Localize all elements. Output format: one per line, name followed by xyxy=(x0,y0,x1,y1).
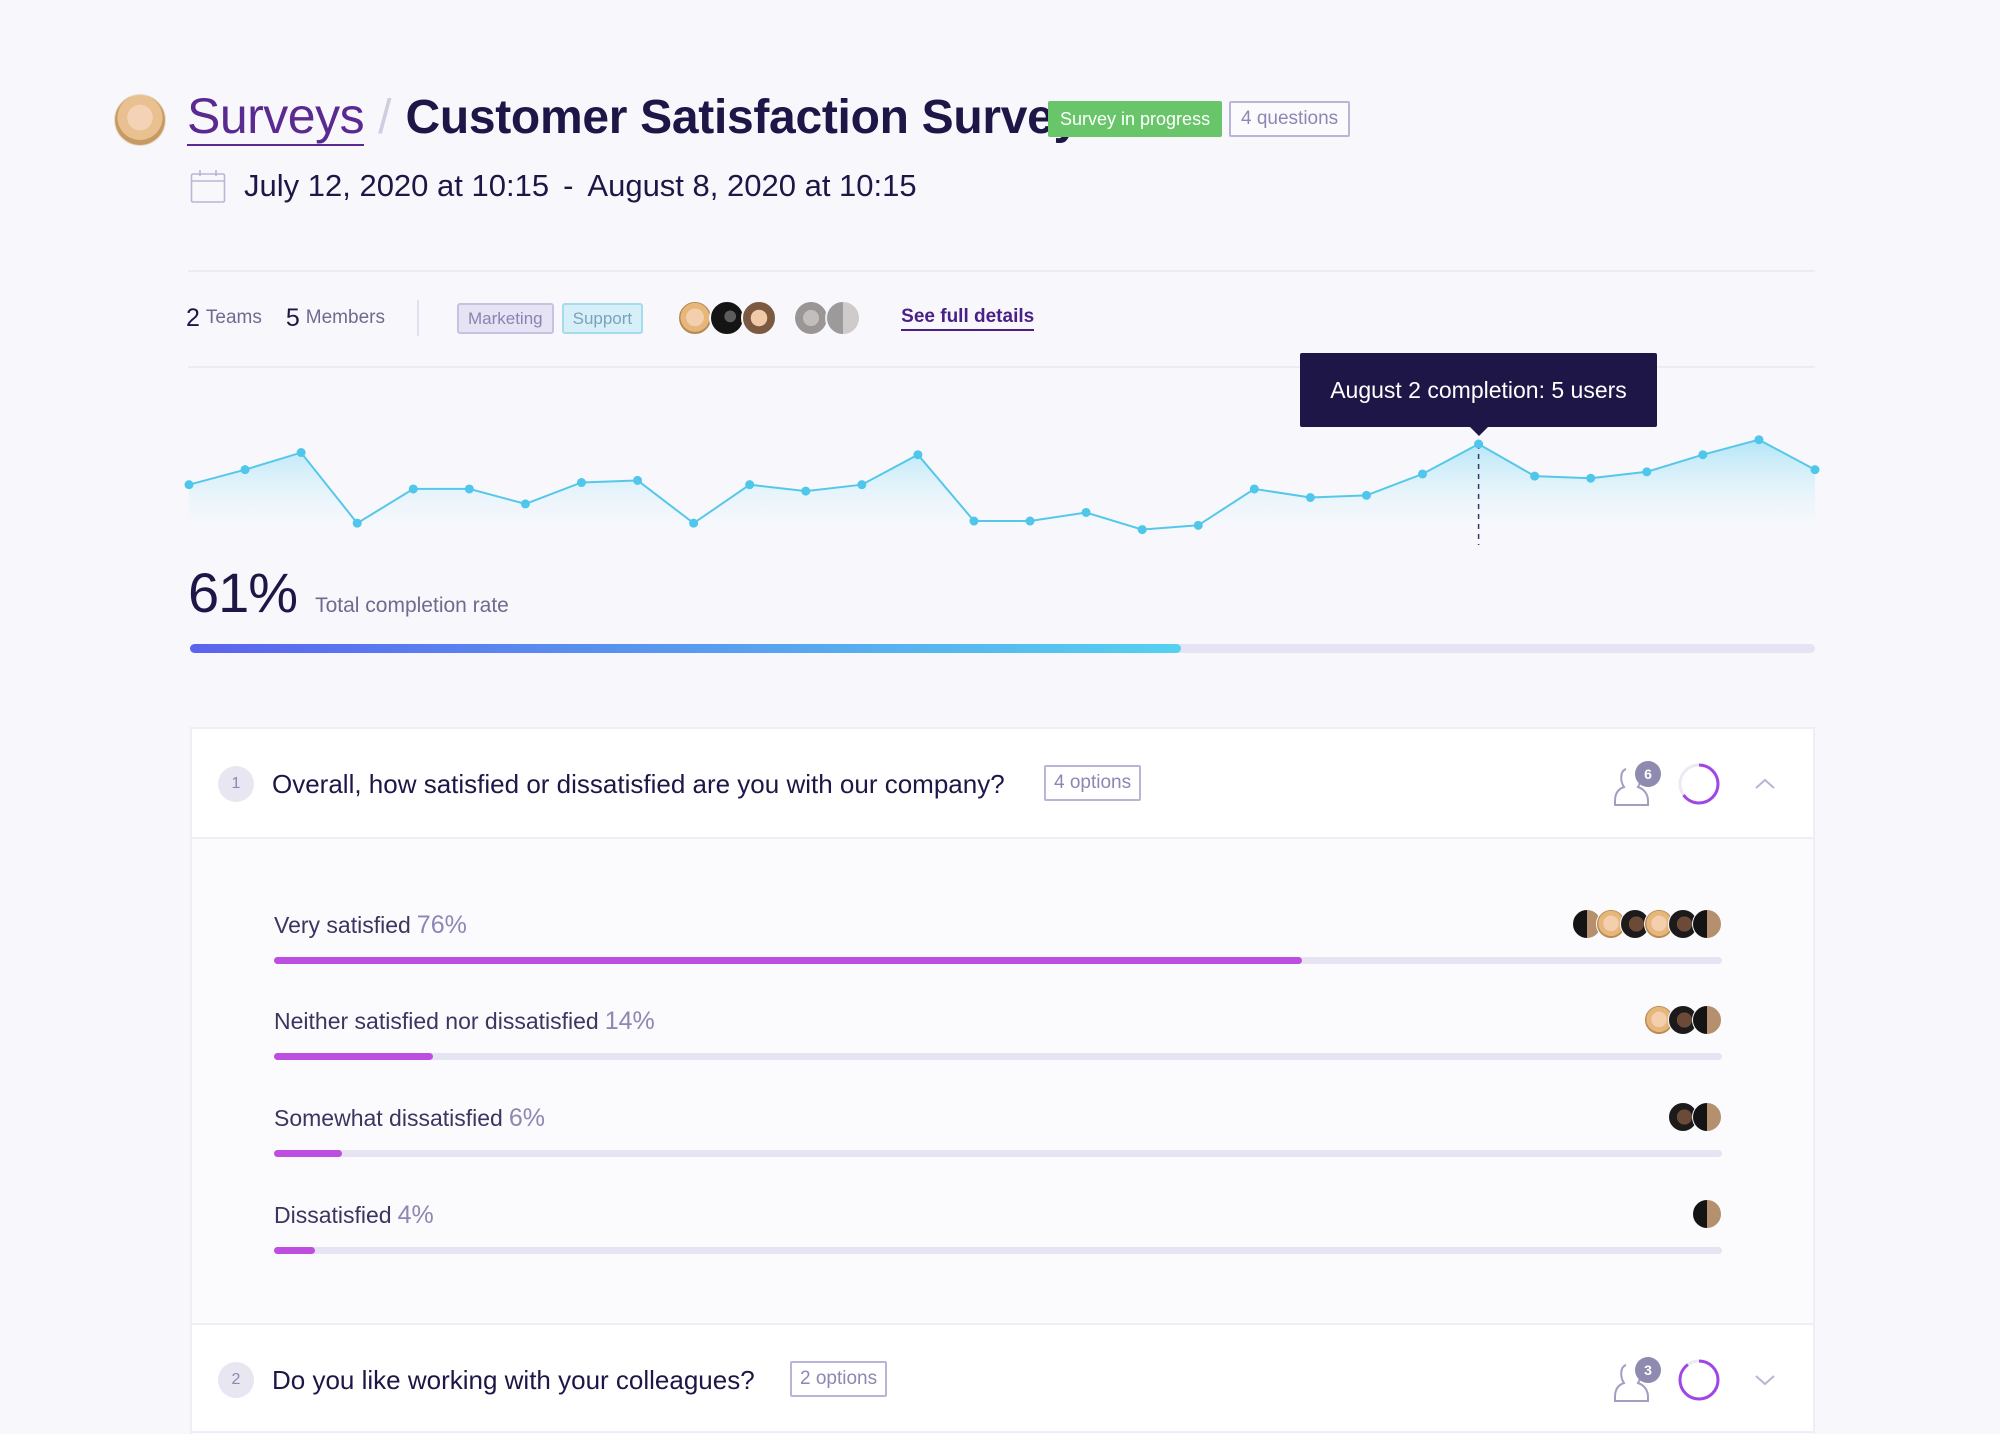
chart-point[interactable] xyxy=(1754,435,1764,445)
option-bar-fill xyxy=(274,1150,343,1157)
completion-progress-fill xyxy=(190,644,1182,653)
option-bar xyxy=(274,957,1722,964)
chart-point[interactable] xyxy=(633,475,643,485)
chart-point[interactable] xyxy=(913,450,923,460)
chart-point[interactable] xyxy=(689,518,699,528)
chart-point[interactable] xyxy=(1642,467,1652,477)
question-text: Do you like working with your colleagues… xyxy=(272,1365,755,1395)
option-bar-fill xyxy=(274,957,1303,964)
chart-point[interactable] xyxy=(1474,439,1484,449)
chart-point[interactable] xyxy=(1810,465,1820,475)
chevron-down-icon[interactable] xyxy=(1752,1367,1778,1393)
respondent-avatar[interactable] xyxy=(1692,1102,1722,1132)
question-1-header[interactable]: 1 Overall, how satisfied or dissatisfied… xyxy=(192,729,1813,839)
respondent-avatar[interactable] xyxy=(1692,909,1722,939)
chart-point[interactable] xyxy=(1193,520,1203,530)
respondents-count: 6 xyxy=(1635,761,1661,787)
option-text: Somewhat dissatisfied xyxy=(274,1105,503,1131)
option-bar-fill xyxy=(274,1053,434,1060)
option-bar xyxy=(274,1150,1722,1157)
completion-rate-value: 61% xyxy=(188,561,298,624)
option-percent: 14% xyxy=(604,1007,655,1035)
question-progress-ring xyxy=(1678,763,1720,805)
question-text: Overall, how satisfied or dissatisfied a… xyxy=(272,769,1005,799)
chart-point[interactable] xyxy=(1698,450,1708,460)
chart-point[interactable] xyxy=(240,465,250,475)
chart-point[interactable] xyxy=(1418,469,1428,479)
chart-point[interactable] xyxy=(1586,473,1596,483)
option-bar xyxy=(274,1247,1722,1254)
option-label: Dissatisfied 4% xyxy=(274,1197,434,1233)
option-label: Neither satisfied nor dissatisfied 14% xyxy=(274,1003,655,1039)
completion-rate-label: Total completion rate xyxy=(315,594,509,617)
chart-point[interactable] xyxy=(745,480,755,490)
option-text: Dissatisfied xyxy=(274,1202,392,1228)
answer-option: Very satisfied 76% xyxy=(274,907,1722,987)
chart-point[interactable] xyxy=(1081,507,1091,517)
completion-chart xyxy=(184,435,1820,545)
chart-point[interactable] xyxy=(352,518,362,528)
respondents-count: 3 xyxy=(1635,1357,1661,1383)
option-respondent-avatars xyxy=(1668,1102,1722,1132)
option-text: Very satisfied xyxy=(274,912,411,938)
option-bar-fill xyxy=(274,1247,315,1254)
chart-point[interactable] xyxy=(184,480,194,490)
chart-point[interactable] xyxy=(1249,484,1259,494)
option-percent: 4% xyxy=(397,1201,434,1229)
question-2-header[interactable]: 2 Do you like working with your colleagu… xyxy=(192,1323,1813,1433)
chart-tooltip: August 2 completion: 5 users xyxy=(1300,353,1657,436)
answer-option: Dissatisfied 4% xyxy=(274,1197,1722,1277)
chart-point[interactable] xyxy=(969,516,979,526)
option-label: Very satisfied 76% xyxy=(274,907,467,943)
questions-list: 1 Overall, how satisfied or dissatisfied… xyxy=(190,727,1815,1434)
question-progress-ring xyxy=(1678,1359,1720,1401)
chart-point[interactable] xyxy=(408,484,418,494)
respondent-avatar[interactable] xyxy=(1692,1005,1722,1035)
question-number: 1 xyxy=(218,766,254,802)
chart-point[interactable] xyxy=(1361,490,1371,500)
chart-point[interactable] xyxy=(1025,516,1035,526)
question-options-badge: 2 options xyxy=(790,1361,888,1397)
chart-point[interactable] xyxy=(1137,525,1147,535)
completion-summary: 61% Total completion rate xyxy=(188,560,509,625)
answer-option: Somewhat dissatisfied 6% xyxy=(274,1100,1722,1180)
option-percent: 76% xyxy=(416,911,467,939)
option-respondent-avatars xyxy=(1644,1005,1722,1035)
chart-point[interactable] xyxy=(1305,493,1315,502)
completion-progress-bar xyxy=(190,644,1815,653)
option-respondent-avatars xyxy=(1692,1199,1722,1229)
chart-point[interactable] xyxy=(801,486,811,496)
chart-point[interactable] xyxy=(520,499,530,509)
chart-area-fill xyxy=(189,439,1815,530)
chart-point[interactable] xyxy=(576,478,586,488)
option-percent: 6% xyxy=(508,1104,545,1132)
option-respondent-avatars xyxy=(1572,909,1722,939)
option-bar xyxy=(274,1053,1722,1060)
chart-point[interactable] xyxy=(1530,471,1540,481)
chart-point[interactable] xyxy=(296,448,306,458)
question-number: 2 xyxy=(218,1362,254,1398)
chevron-up-icon[interactable] xyxy=(1752,771,1778,797)
answer-option: Neither satisfied nor dissatisfied 14% xyxy=(274,1003,1722,1083)
chart-point[interactable] xyxy=(857,480,867,490)
chart-point[interactable] xyxy=(464,484,474,494)
respondent-avatar[interactable] xyxy=(1692,1199,1722,1229)
option-text: Neither satisfied nor dissatisfied xyxy=(274,1008,599,1034)
question-options-badge: 4 options xyxy=(1044,765,1142,801)
option-label: Somewhat dissatisfied 6% xyxy=(274,1100,545,1136)
